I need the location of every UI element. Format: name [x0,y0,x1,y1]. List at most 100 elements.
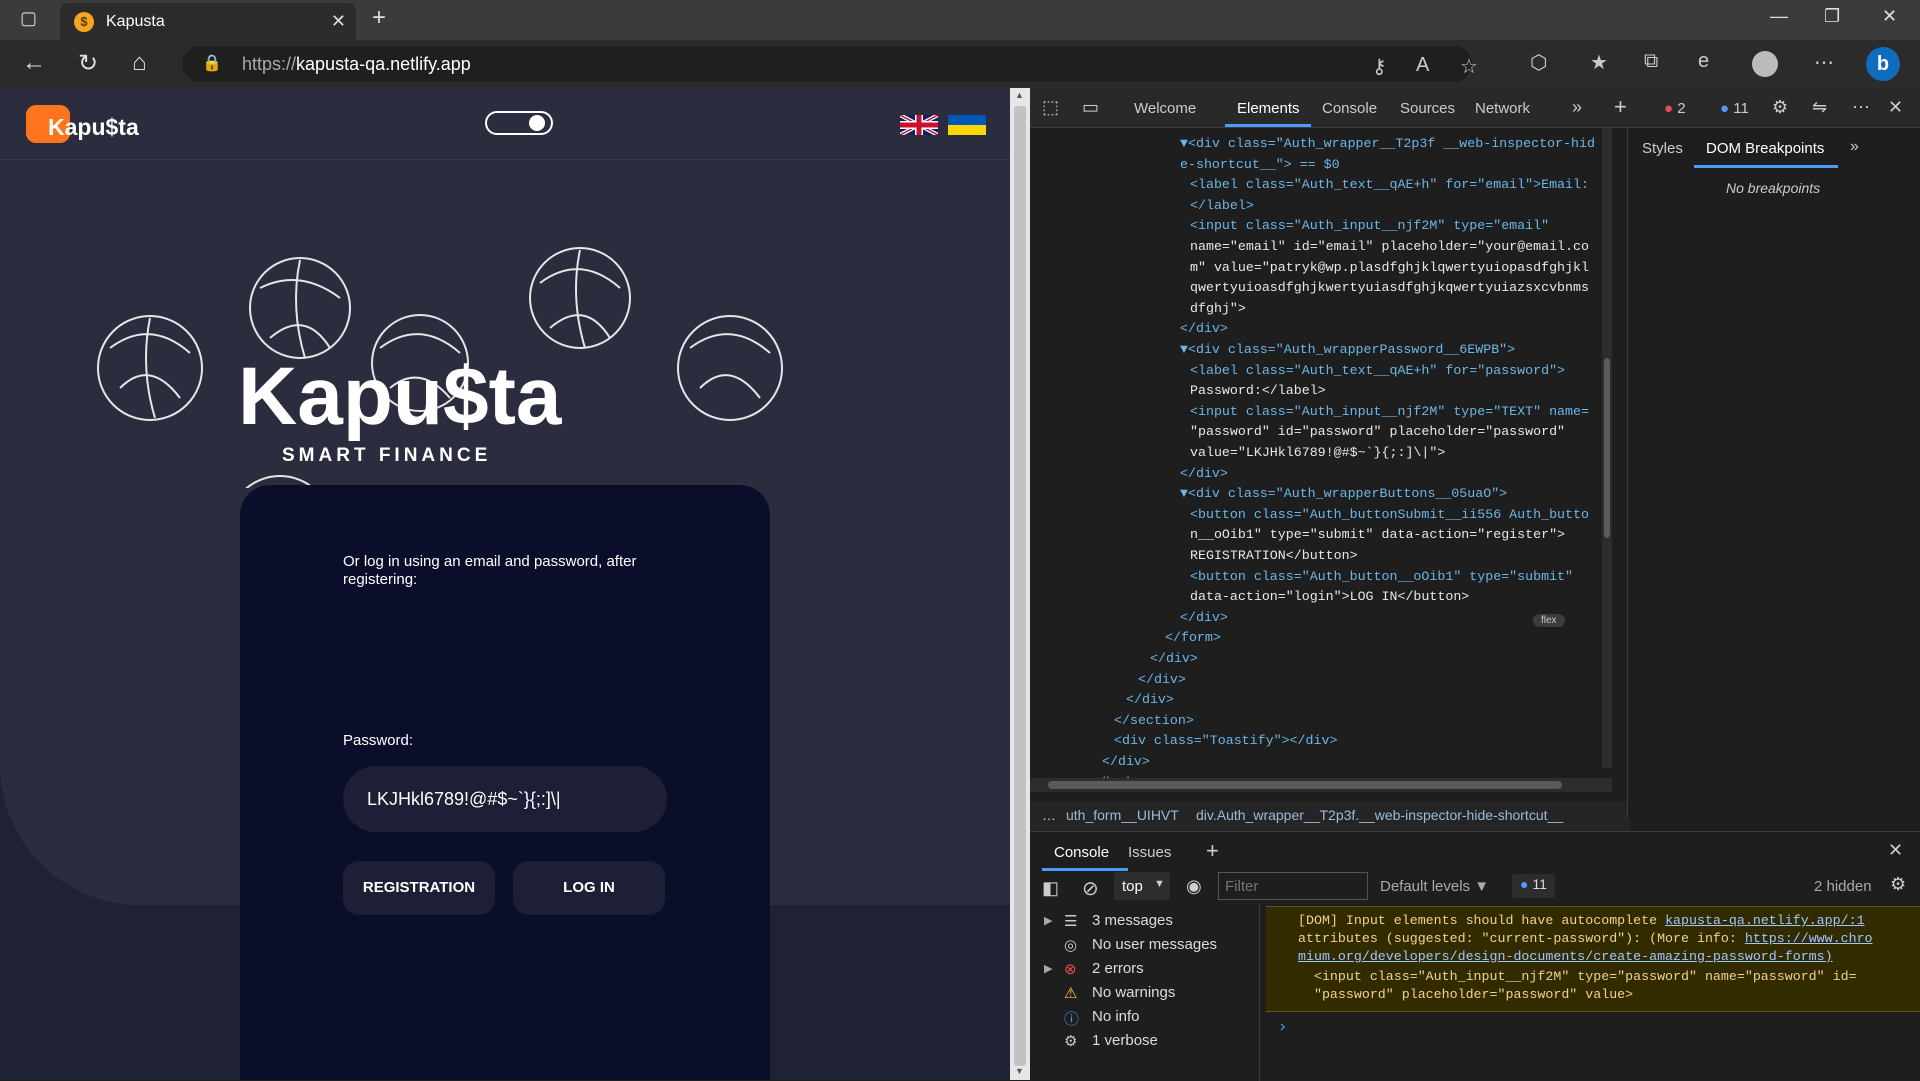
flex-badge[interactable]: flex [1533,614,1565,627]
bing-icon[interactable]: b [1866,47,1900,81]
sidebar-user-messages[interactable]: No user messages [1092,936,1217,953]
url-bar[interactable]: 🔒 https://kapusta-qa.netlify.app ⚷ A ☆ [182,46,1478,82]
password-input[interactable] [343,766,667,832]
restore-icon[interactable]: ❐ [1824,6,1840,27]
breadcrumb-item[interactable]: uth_form__UIHVT [1066,807,1179,823]
scrollbar-thumb[interactable] [1014,106,1026,1066]
code-line[interactable]: </section> [1114,713,1194,728]
customize-icon[interactable]: ⇋ [1812,97,1827,118]
more-menu-icon[interactable]: ⋯ [1814,50,1834,75]
code-line[interactable]: qwertyuioasdfghjkwertyuiasdfghjkqwertyui… [1190,280,1589,295]
code-line[interactable]: </div> [1180,321,1228,336]
code-line[interactable]: ▼<div class="Auth_wrapper__T2p3f __web-i… [1180,136,1595,151]
theme-toggle[interactable] [485,111,553,135]
code-line[interactable]: </div> [1102,754,1150,769]
console-prompt-icon[interactable]: › [1280,1018,1285,1036]
device-toolbar-icon[interactable]: ▭ [1082,97,1099,118]
code-line[interactable]: REGISTRATION</button> [1190,548,1358,563]
minimize-icon[interactable]: — [1770,6,1788,27]
expand-icon[interactable]: ▶ [1044,962,1052,975]
tab-welcome[interactable]: Welcome [1134,100,1196,117]
new-tab-icon[interactable]: + [372,4,386,32]
code-line[interactable]: Password:</label> [1190,383,1326,398]
code-line[interactable]: name="email" id="email" placeholder="you… [1190,239,1589,254]
home-icon[interactable]: ⌂ [132,49,147,77]
inspect-icon[interactable]: ⬚ [1042,97,1059,118]
more-tabs-icon[interactable]: » [1572,97,1582,118]
code-line[interactable]: dfghj"> [1190,301,1246,316]
more-panes-icon[interactable]: » [1850,138,1859,156]
devtools-more-icon[interactable]: ⋯ [1852,97,1870,118]
sidebar-info[interactable]: No info [1092,1008,1140,1025]
add-tab-icon[interactable]: + [1614,94,1627,120]
back-icon[interactable]: ← [22,49,46,77]
url-text[interactable]: https://kapusta-qa.netlify.app [242,54,471,75]
tab-actions-icon[interactable]: ▢ [20,8,37,29]
login-button[interactable]: LOG IN [513,861,665,915]
collections-icon[interactable]: ⧉ [1644,50,1658,73]
code-line[interactable]: <label class="Auth_text__qAE+h" for="pas… [1190,363,1565,378]
tab-sources[interactable]: Sources [1400,100,1455,117]
code-line[interactable]: ▼<div class="Auth_wrapperPassword__6EWPB… [1180,342,1515,357]
code-line[interactable]: data-action="login">LOG IN</button> [1190,589,1469,604]
scroll-down-icon[interactable]: ▼ [1015,1066,1024,1076]
settings-gear-icon[interactable]: ⚙ [1772,97,1788,118]
sidebar-errors[interactable]: 2 errors [1092,960,1144,977]
error-count-badge[interactable]: ● 2 [1664,100,1686,117]
code-line[interactable]: <button class="Auth_button__oOib1" type=… [1190,569,1573,584]
code-line[interactable]: </div> [1126,692,1174,707]
code-line[interactable]: </div> [1180,610,1228,625]
refresh-icon[interactable]: ↻ [78,49,98,78]
code-line[interactable]: "password" id="password" placeholder="pa… [1190,424,1565,439]
code-scrollbar[interactable] [1602,128,1612,768]
page-scrollbar[interactable]: ▲ ▼ [1010,88,1030,1080]
console-settings-icon[interactable]: ⚙ [1890,874,1906,895]
sidebar-warnings[interactable]: No warnings [1092,984,1175,1001]
message-count-badge[interactable]: ● 11 [1720,100,1749,117]
profile-avatar[interactable] [1752,51,1778,77]
code-line[interactable]: e-shortcut__"> == $0 [1180,157,1340,172]
code-line[interactable]: </div> [1150,651,1198,666]
code-line[interactable]: </div> [1180,466,1228,481]
uk-flag-icon[interactable] [900,115,938,135]
tab-console[interactable]: Console [1322,100,1377,117]
code-line[interactable]: <div class="Toastify"></div> [1114,733,1337,748]
warning-info-link[interactable]: https://www.chro [1745,931,1873,946]
sidebar-messages[interactable]: 3 messages [1092,912,1173,929]
code-scroll-thumb[interactable] [1604,358,1610,538]
close-drawer-icon[interactable]: ✕ [1888,840,1903,861]
code-line[interactable]: </label> [1190,198,1254,213]
warning-info-link-cont[interactable]: mium.org/developers/design-documents/cre… [1298,949,1833,964]
breadcrumb-more[interactable]: … [1042,807,1056,823]
close-window-icon[interactable]: ✕ [1882,6,1897,27]
code-line[interactable]: value="LKJHkl6789!@#$~`}{;:]\|"> [1190,445,1445,460]
code-line[interactable]: <button class="Auth_buttonSubmit__ii556 … [1190,507,1589,522]
favorites-icon[interactable]: ★ [1590,50,1608,75]
code-line[interactable]: m" value="patryk@wp.plasdfghjklqwertyuio… [1190,260,1589,275]
close-tab-icon[interactable]: ✕ [331,11,346,32]
edge-icon[interactable]: e [1698,50,1709,73]
expand-icon[interactable]: ▶ [1044,914,1052,927]
code-line[interactable]: <input class="Auth_input__njf2M" type="e… [1190,218,1549,233]
code-line[interactable]: n__oOib1" type="submit" data-action="reg… [1190,527,1565,542]
key-icon[interactable]: ⚷ [1372,54,1387,79]
ukraine-flag-icon[interactable] [948,115,986,135]
lock-icon[interactable]: 🔒 [202,53,222,73]
filter-input[interactable] [1218,872,1368,900]
code-line[interactable]: </form> [1165,630,1221,645]
read-aloud-icon[interactable]: A [1416,54,1429,77]
console-warning-message[interactable]: [DOM] Input elements should have autocom… [1266,906,1920,1012]
close-devtools-icon[interactable]: ✕ [1888,97,1903,118]
tab-styles[interactable]: Styles [1642,140,1683,157]
logo-text[interactable]: Kapu$ta [48,114,139,141]
registration-button[interactable]: REGISTRATION [343,861,495,915]
drawer-tab-issues[interactable]: Issues [1128,844,1171,861]
code-hscrollbar[interactable] [1030,778,1612,792]
code-line[interactable]: <input class="Auth_input__njf2M" type="T… [1190,404,1589,419]
code-line[interactable]: ▼<div class="Auth_wrapperButtons__05uaO"… [1180,486,1507,501]
browser-tab[interactable]: $ Kapusta ✕ [60,3,356,40]
warning-source-link[interactable]: kapusta-qa.netlify.app/:1 [1665,913,1865,928]
scroll-up-icon[interactable]: ▲ [1015,90,1024,100]
issues-badge[interactable]: ● 11 [1512,874,1555,898]
drawer-tab-console[interactable]: Console [1054,844,1109,861]
